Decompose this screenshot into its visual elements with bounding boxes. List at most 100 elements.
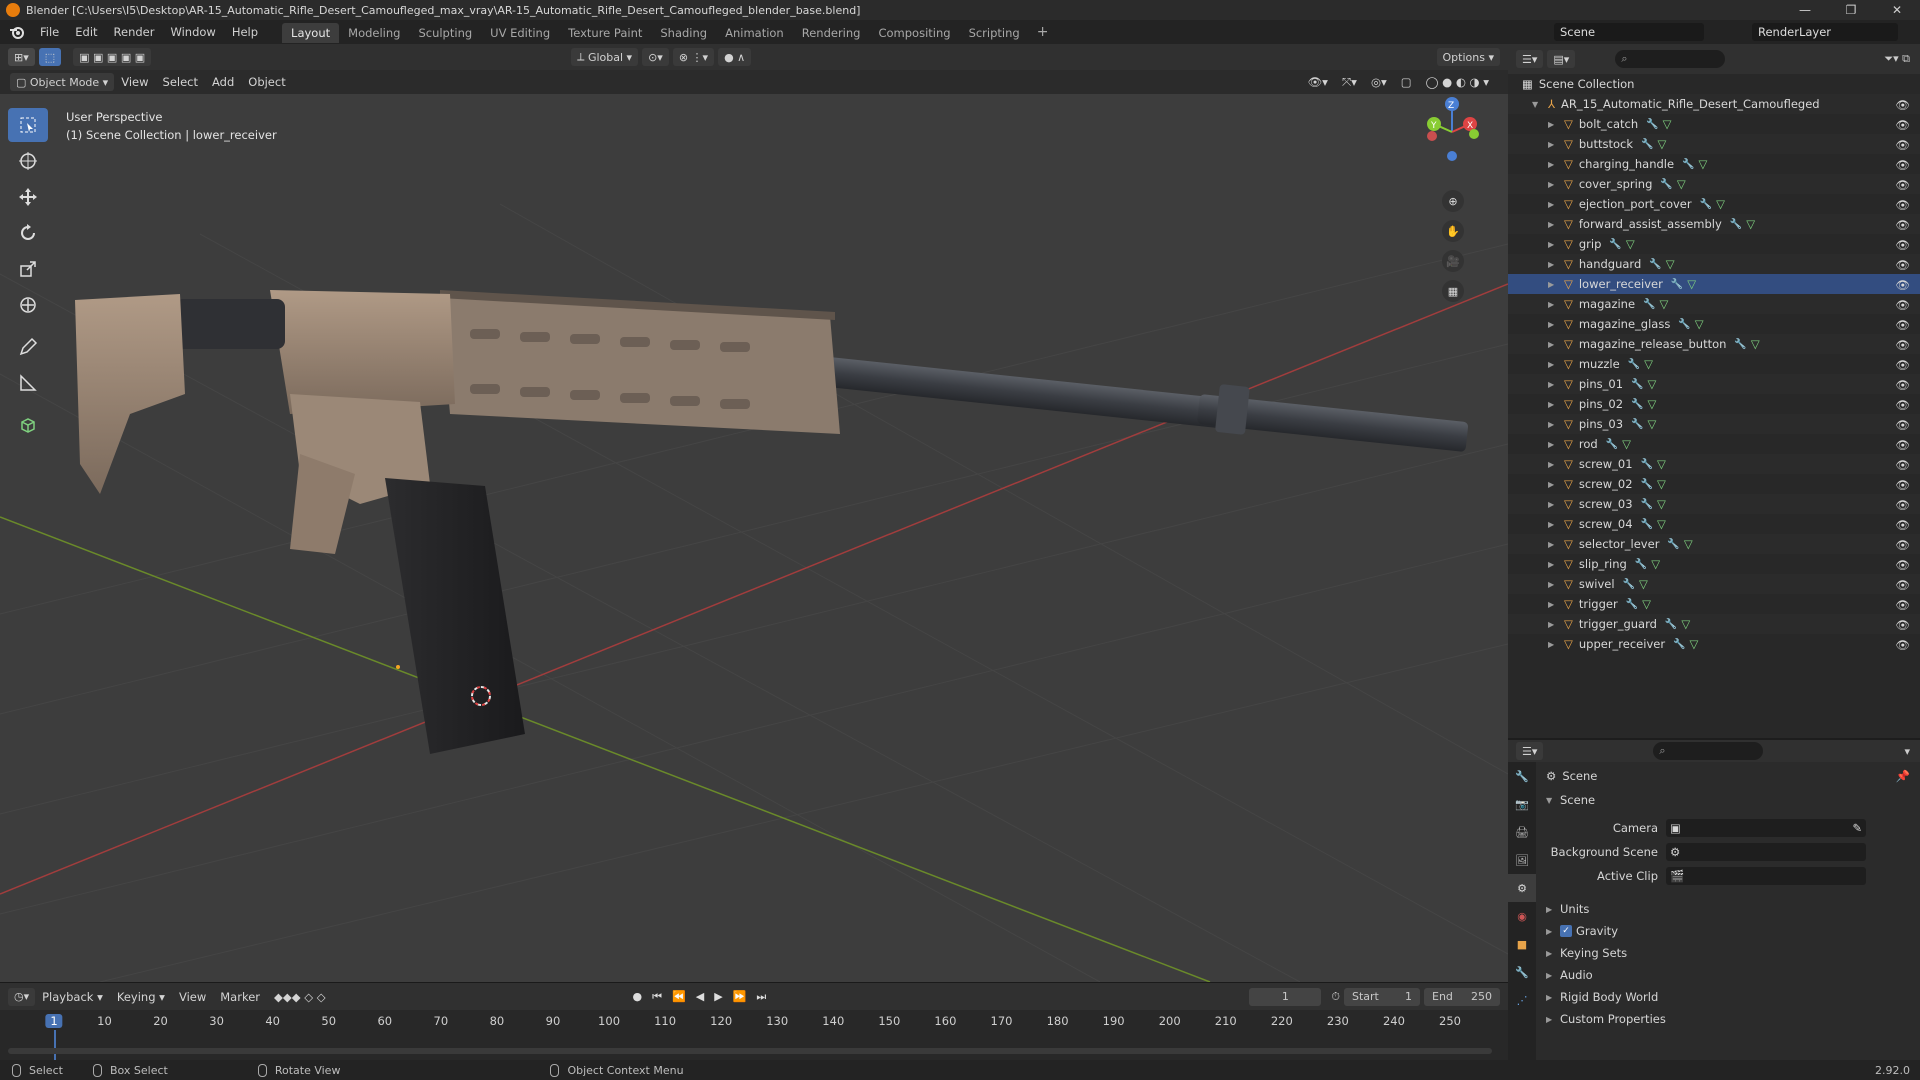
timeline-scrollbar[interactable] xyxy=(8,1048,1492,1054)
outliner-object-row[interactable]: ▶ ▽ forward_assist_assembly 🔧 ▽ 👁 xyxy=(1508,214,1920,234)
modifier-icon[interactable]: 🔧 xyxy=(1649,259,1661,270)
overlay-icon[interactable]: ◎▾ xyxy=(1364,75,1394,89)
camera-field[interactable]: ▣ ✎ xyxy=(1666,819,1866,837)
scene-selector[interactable]: Scene xyxy=(1554,23,1704,41)
modifier-icon[interactable]: 🔧 xyxy=(1626,599,1638,610)
maximize-button[interactable]: ❐ xyxy=(1828,0,1874,20)
modifier-icon[interactable]: 🔧 xyxy=(1623,579,1635,590)
outliner-object-row[interactable]: ▶ ▽ screw_01 🔧 ▽ 👁 xyxy=(1508,454,1920,474)
expand-triangle-icon[interactable]: ▶ xyxy=(1548,300,1558,309)
current-frame-field[interactable]: 1 xyxy=(1249,987,1322,1006)
transform-orientation-dropdown[interactable]: ⟂ Global ▾ xyxy=(571,48,639,66)
expand-triangle-icon[interactable]: ▶ xyxy=(1548,220,1558,229)
world-tab-icon[interactable]: ◉ xyxy=(1508,902,1536,930)
output-tab-icon[interactable]: 🖨 xyxy=(1508,818,1536,846)
timeline-menu-playback[interactable]: Playback ▾ xyxy=(35,990,110,1004)
expand-triangle-icon[interactable]: ▶ xyxy=(1548,500,1558,509)
visibility-eye-icon[interactable]: 👁 xyxy=(1895,618,1910,632)
3d-viewport[interactable]: User Perspective (1) Scene Collection | … xyxy=(0,94,1508,982)
outliner-object-row[interactable]: ▶ ▽ trigger_guard 🔧 ▽ 👁 xyxy=(1508,614,1920,634)
viewport-menu-select[interactable]: Select xyxy=(156,75,205,89)
visibility-eye-icon[interactable]: 👁 xyxy=(1895,378,1910,392)
outliner-object-row[interactable]: ▶ ▽ handguard 🔧 ▽ 👁 xyxy=(1508,254,1920,274)
modifier-icon[interactable]: 🔧 xyxy=(1667,539,1679,550)
outliner-object-row[interactable]: ▶ ▽ slip_ring 🔧 ▽ 👁 xyxy=(1508,554,1920,574)
expand-triangle-icon[interactable]: ▶ xyxy=(1548,340,1558,349)
jump-end-icon[interactable]: ⏭ xyxy=(756,990,766,1004)
expand-triangle-icon[interactable]: ▶ xyxy=(1548,400,1558,409)
expand-triangle-icon[interactable]: ▶ xyxy=(1548,360,1558,369)
outliner-editor-type-icon[interactable]: ☰▾ xyxy=(1516,50,1544,68)
eyedropper-icon[interactable]: ✎ xyxy=(1852,821,1862,835)
viewport-menu-object[interactable]: Object xyxy=(241,75,292,89)
viewport-menu-view[interactable]: View xyxy=(114,75,155,89)
blender-menu-icon[interactable] xyxy=(6,21,28,43)
scale-tool-icon[interactable] xyxy=(8,252,48,286)
expand-triangle-icon[interactable]: ▶ xyxy=(1548,120,1558,129)
render-tab-icon[interactable]: 📷 xyxy=(1508,790,1536,818)
outliner-object-row[interactable]: ▶ ▽ ejection_port_cover 🔧 ▽ 👁 xyxy=(1508,194,1920,214)
mesh-data-icon[interactable]: ▽ xyxy=(1657,517,1666,531)
axis-gizmo[interactable]: Z X Y xyxy=(1412,94,1492,184)
visibility-eye-icon[interactable]: 👁 xyxy=(1895,238,1910,252)
modifier-icon[interactable]: 🔧 xyxy=(1665,619,1677,630)
visibility-eye-icon[interactable]: 👁 xyxy=(1895,118,1910,132)
visibility-eye-icon[interactable]: 👁 xyxy=(1895,478,1910,492)
modifier-icon[interactable]: 🔧 xyxy=(1641,479,1653,490)
outliner-object-row[interactable]: ▶ ▽ screw_03 🔧 ▽ 👁 xyxy=(1508,494,1920,514)
tab-uv-editing[interactable]: UV Editing xyxy=(481,23,559,43)
outliner-object-row[interactable]: ▶ ▽ grip 🔧 ▽ 👁 xyxy=(1508,234,1920,254)
expand-triangle-icon[interactable]: ▶ xyxy=(1548,240,1558,249)
modifier-icon[interactable]: 🔧 xyxy=(1641,519,1653,530)
visibility-eye-icon[interactable]: 👁 xyxy=(1895,218,1910,232)
outliner-object-row[interactable]: ▶ ▽ pins_01 🔧 ▽ 👁 xyxy=(1508,374,1920,394)
scene-collection-row[interactable]: ▦ Scene Collection xyxy=(1508,74,1920,94)
timeline-body[interactable]: 1 10 20 30 40 50 60 70 80 90 100 110 120 130 140 150 160… xyxy=(0,1010,1508,1060)
menu-render[interactable]: Render xyxy=(106,20,163,44)
timeline-menu-marker[interactable]: Marker xyxy=(213,990,267,1004)
xray-icon[interactable]: ▢ xyxy=(1394,75,1419,89)
properties-search-input[interactable]: ⌕ xyxy=(1653,742,1764,760)
active-clip-field[interactable]: 🎬 xyxy=(1666,867,1866,885)
outliner-object-row[interactable]: ▶ ▽ screw_04 🔧 ▽ 👁 xyxy=(1508,514,1920,534)
keying-sets-panel[interactable]: ▶ Keying Sets xyxy=(1536,942,1920,964)
perspective-toggle-icon[interactable]: ▦ xyxy=(1442,280,1464,302)
tab-compositing[interactable]: Compositing xyxy=(869,23,959,43)
timeline-editor-type-icon[interactable]: ◷▾ xyxy=(8,987,36,1006)
mesh-data-icon[interactable]: ▽ xyxy=(1746,217,1755,231)
outliner-object-row[interactable]: ▶ ▽ pins_03 🔧 ▽ 👁 xyxy=(1508,414,1920,434)
outliner-object-row[interactable]: ▶ ▽ trigger 🔧 ▽ 👁 xyxy=(1508,594,1920,614)
visibility-eye-icon[interactable]: 👁 xyxy=(1895,598,1910,612)
pivot-point-icon[interactable]: ⊙▾ xyxy=(642,48,669,66)
record-icon[interactable]: ● xyxy=(633,990,643,1004)
expand-triangle-icon[interactable]: ▶ xyxy=(1548,440,1558,449)
object-mode-dropdown[interactable]: ▢ Object Mode ▾ xyxy=(10,73,115,91)
visibility-eye-icon[interactable]: 👁 xyxy=(1895,278,1910,292)
visibility-eye-icon[interactable]: 👁 xyxy=(1895,538,1910,552)
timeline-menu-view[interactable]: View xyxy=(172,990,213,1004)
mesh-data-icon[interactable]: ▽ xyxy=(1647,397,1656,411)
expand-triangle-icon[interactable]: ▶ xyxy=(1548,260,1558,269)
mesh-data-icon[interactable]: ▽ xyxy=(1647,417,1656,431)
mesh-data-icon[interactable]: ▽ xyxy=(1666,257,1675,271)
filter-icon[interactable]: ⏷▾ ⧉ xyxy=(1884,52,1910,66)
outliner-object-row[interactable]: ▶ ▽ pins_02 🔧 ▽ 👁 xyxy=(1508,394,1920,414)
mesh-data-icon[interactable]: ▽ xyxy=(1622,437,1631,451)
close-button[interactable]: ✕ xyxy=(1874,0,1920,20)
outliner-object-row[interactable]: ▶ ▽ swivel 🔧 ▽ 👁 xyxy=(1508,574,1920,594)
modifier-icon[interactable]: 🔧 xyxy=(1628,359,1640,370)
annotate-tool-icon[interactable] xyxy=(8,330,48,364)
modifier-icon[interactable]: 🔧 xyxy=(1734,339,1746,350)
object-tab-icon[interactable]: ■ xyxy=(1508,930,1536,958)
visibility-eye-icon[interactable]: 👁 xyxy=(1895,578,1910,592)
outliner-object-row[interactable]: ▶ ▽ muzzle 🔧 ▽ 👁 xyxy=(1508,354,1920,374)
visibility-eye-icon[interactable]: 👁 xyxy=(1895,318,1910,332)
expand-triangle-icon[interactable]: ▶ xyxy=(1548,460,1558,469)
outliner-object-row[interactable]: ▶ ▽ lower_receiver 🔧 ▽ 👁 xyxy=(1508,274,1920,294)
modifier-icon[interactable]: 🔧 xyxy=(1678,319,1690,330)
tab-modeling[interactable]: Modeling xyxy=(339,23,409,43)
mesh-data-icon[interactable]: ▽ xyxy=(1687,277,1696,291)
audio-panel[interactable]: ▶ Audio xyxy=(1536,964,1920,986)
units-panel[interactable]: ▶ Units xyxy=(1536,898,1920,920)
tab-animation[interactable]: Animation xyxy=(716,23,793,43)
